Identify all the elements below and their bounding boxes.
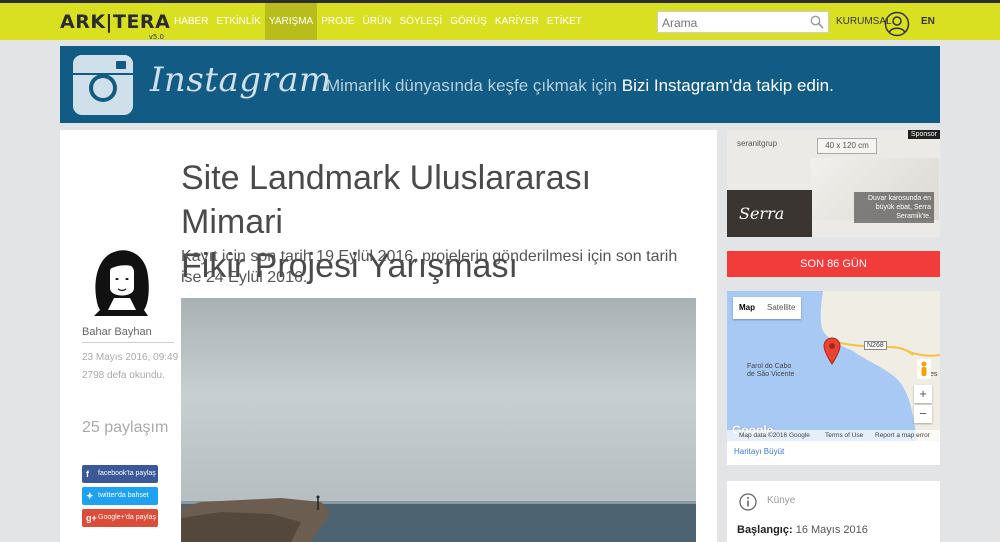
article-title-line-1: Site Landmark Uluslararası Mimari xyxy=(181,159,592,241)
map-place-label: Farol do Cabo de São Vicente xyxy=(747,363,794,379)
main-nav: HABER ETKİNLİK YARIŞMA PROJE ÜRÜN SÖYLEŞ… xyxy=(170,3,586,40)
top-navigation-bar: ARK|TERA v5.0 HABER ETKİNLİK YARIŞMA PRO… xyxy=(0,0,1000,41)
coastal-landscape-illustration xyxy=(181,495,696,542)
map-marker-icon[interactable] xyxy=(823,337,841,365)
map-report-link[interactable]: Report a map error xyxy=(875,430,930,441)
map-zoom-in-button[interactable]: + xyxy=(914,385,932,403)
map-edge-label: es xyxy=(930,371,938,378)
google-plus-share-label: Google+'da paylaş xyxy=(98,514,156,521)
ad-brand: seranitgrup xyxy=(737,139,778,148)
google-plus-share-button[interactable]: g+ Google+'da paylaş xyxy=(82,509,158,527)
read-count: 2798 defa okundu. xyxy=(82,370,165,381)
banner-cta-text: Bizi Instagram'da takip edin. xyxy=(621,76,834,95)
search-input[interactable] xyxy=(658,13,806,33)
nav-item-soylesi[interactable]: SÖYLEŞİ xyxy=(395,3,446,40)
publish-date: 23 Mayıs 2016, 09:49 xyxy=(82,352,179,363)
article-photo xyxy=(181,298,696,542)
instagram-banner[interactable]: Instagram Mimarlık dünyasında keşfe çıkm… xyxy=(60,46,940,123)
map-widget: Map Satellite Farol do Cabo de São Vicen… xyxy=(727,291,940,465)
banner-lead-text: Mimarlık dünyasında keşfe çıkmak için xyxy=(326,76,617,95)
info-card-heading: Künye xyxy=(767,495,796,506)
street-view-pegman-icon[interactable] xyxy=(917,359,931,379)
search-icon[interactable] xyxy=(810,15,824,29)
start-date-label: Başlangıç: xyxy=(737,524,793,536)
ad-logo: Serra xyxy=(739,204,785,223)
nav-item-yarisma[interactable]: YARIŞMA xyxy=(264,3,318,40)
map-type-map[interactable]: Map xyxy=(733,297,761,319)
nav-item-etkinlik[interactable]: ETKİNLİK xyxy=(212,3,264,40)
enlarge-map-link[interactable]: Haritayı Büyüt xyxy=(734,447,784,456)
article-lead: Kayıt için son tarih 19 Eylül 2016, proj… xyxy=(181,248,678,286)
search-box xyxy=(657,11,829,33)
instagram-banner-text: Mimarlık dünyasında keşfe çıkmak için Bi… xyxy=(326,76,834,96)
facebook-share-button[interactable]: f facebook'ta paylaş xyxy=(82,465,158,483)
start-date-value: 16 Mayıs 2016 xyxy=(795,524,868,536)
road-label: N268 xyxy=(864,341,887,350)
info-icon xyxy=(739,493,757,511)
map-data-attribution: Map data ©2016 Google xyxy=(739,432,810,439)
facebook-share-label: facebook'ta paylaş xyxy=(98,470,156,477)
twitter-share-label: twitter'da bahset xyxy=(98,492,149,499)
map-place-label-line-2: de São Vicente xyxy=(747,371,795,378)
language-switch[interactable]: EN xyxy=(921,3,935,40)
twitter-share-button[interactable]: ✦ twitter'da bahset xyxy=(82,487,158,505)
instagram-wordmark: Instagram xyxy=(150,60,332,100)
article-panel: Site Landmark Uluslararası Mimari Fikir … xyxy=(60,130,717,542)
sponsor-label: Sponsor xyxy=(907,130,940,139)
author-name[interactable]: Bahar Bayhan xyxy=(82,326,174,343)
nav-item-urun[interactable]: ÜRÜN xyxy=(359,3,396,40)
map-type-toggle: Map Satellite xyxy=(733,297,802,319)
map-zoom-out-button[interactable]: − xyxy=(914,405,932,423)
nav-item-haber[interactable]: HABER xyxy=(170,3,212,40)
arkitera-logo[interactable]: ARK|TERA v5.0 xyxy=(60,9,170,41)
map-terms-link[interactable]: Terms of Use xyxy=(825,430,863,441)
facebook-icon: f xyxy=(86,469,89,479)
twitter-bird-icon: ✦ xyxy=(86,491,94,501)
map-canvas[interactable]: Map Satellite Farol do Cabo de São Vicen… xyxy=(727,291,940,441)
logo-version: v5.0 xyxy=(148,33,164,41)
map-type-satellite[interactable]: Satellite xyxy=(761,297,801,319)
user-account-icon[interactable] xyxy=(884,11,910,37)
sponsor-ad[interactable]: Sponsor seranitgrup 40 x 120 cm Serra Du… xyxy=(727,130,940,237)
instagram-camera-icon xyxy=(73,55,133,115)
author-avatar[interactable] xyxy=(90,246,152,316)
start-date-row: Başlangıç: 16 Mayıs 2016 xyxy=(737,524,868,536)
map-attribution: Map data ©2016 Google Terms of Use Repor… xyxy=(727,430,940,441)
map-place-label-line-1: Farol do Cabo xyxy=(747,363,792,370)
ad-copy: Duvar karosunda en büyük ebat, Serra Ser… xyxy=(854,192,934,223)
nav-item-proje[interactable]: PROJE xyxy=(317,3,358,40)
project-info-card: Künye Başlangıç: 16 Mayıs 2016 xyxy=(727,481,940,542)
google-plus-icon: g+ xyxy=(86,513,97,523)
share-count: 25 paylaşım xyxy=(82,419,169,436)
ad-tile-size: 40 x 120 cm xyxy=(817,138,877,154)
nav-item-kariyer[interactable]: KARİYER xyxy=(491,3,543,40)
countdown-badge: SON 86 GÜN xyxy=(727,251,940,277)
nav-item-gorus[interactable]: GÖRÜŞ xyxy=(446,3,491,40)
nav-item-etiket[interactable]: ETİKET xyxy=(543,3,586,40)
logo-text: ARK|TERA xyxy=(60,11,171,33)
